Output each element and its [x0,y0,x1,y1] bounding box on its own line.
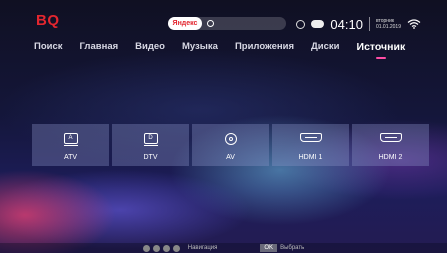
source-tiles: A ATV D DTV AV HDMI 1 HDMI 2 [32,124,429,166]
source-tile-hdmi2[interactable]: HDMI 2 [352,124,429,166]
search-bar[interactable]: Яндекс [168,17,286,30]
source-tile-av[interactable]: AV [192,124,269,166]
tv-d-icon: D [143,133,158,146]
arrow-down-icon [152,244,160,252]
arrow-up-icon [142,244,150,252]
hdmi-icon [299,133,322,142]
nav-search[interactable]: Поиск [34,41,63,53]
source-label: ATV [63,154,78,161]
source-label: HDMI 1 [298,154,323,161]
hdmi-icon [379,133,402,142]
ok-key: OK [260,244,278,252]
main-nav: Поиск Главная Видео Музыка Приложения Ди… [34,41,422,59]
wifi-icon [407,19,421,29]
nav-source-label: Источник [356,41,406,53]
tv-a-icon: A [63,133,78,146]
nav-source[interactable]: Источник [356,41,406,59]
source-tile-hdmi1[interactable]: HDMI 1 [272,124,349,166]
clock: 04:10 [330,16,363,32]
date-block: вторник 01.01.2019 [376,18,401,30]
tv-stand [143,145,158,146]
source-tile-atv[interactable]: A ATV [32,124,109,166]
navigate-hint: Навигация [187,245,218,251]
status-bar: 04:10 вторник 01.01.2019 [296,14,421,34]
divider [368,17,370,31]
av-icon [224,133,237,145]
search-icon [207,20,214,27]
cloud-icon [311,20,325,28]
yandex-brand: Яндекс [168,17,202,30]
logo: BQ [36,12,60,29]
arrow-left-icon [162,244,170,252]
nav-home[interactable]: Главная [80,41,119,53]
footer-hints: Навигация OK Выбрать [0,243,447,253]
nav-video[interactable]: Видео [135,41,165,53]
source-label: AV [226,154,235,161]
tv-stand [63,145,78,146]
tv-d-glyph: D [148,135,153,141]
nav-music[interactable]: Музыка [182,41,218,53]
tv-a-glyph: A [68,135,73,141]
select-hint: Выбрать [280,245,305,251]
nav-disks[interactable]: Диски [311,41,340,53]
date: 01.01.2019 [375,24,401,30]
arrow-right-icon [172,244,180,252]
settings-icon[interactable] [296,19,306,29]
source-tile-dtv[interactable]: D DTV [112,124,189,166]
active-indicator [375,57,386,59]
source-label: DTV [143,154,158,161]
source-label: HDMI 2 [378,154,403,161]
nav-apps[interactable]: Приложения [235,41,294,53]
